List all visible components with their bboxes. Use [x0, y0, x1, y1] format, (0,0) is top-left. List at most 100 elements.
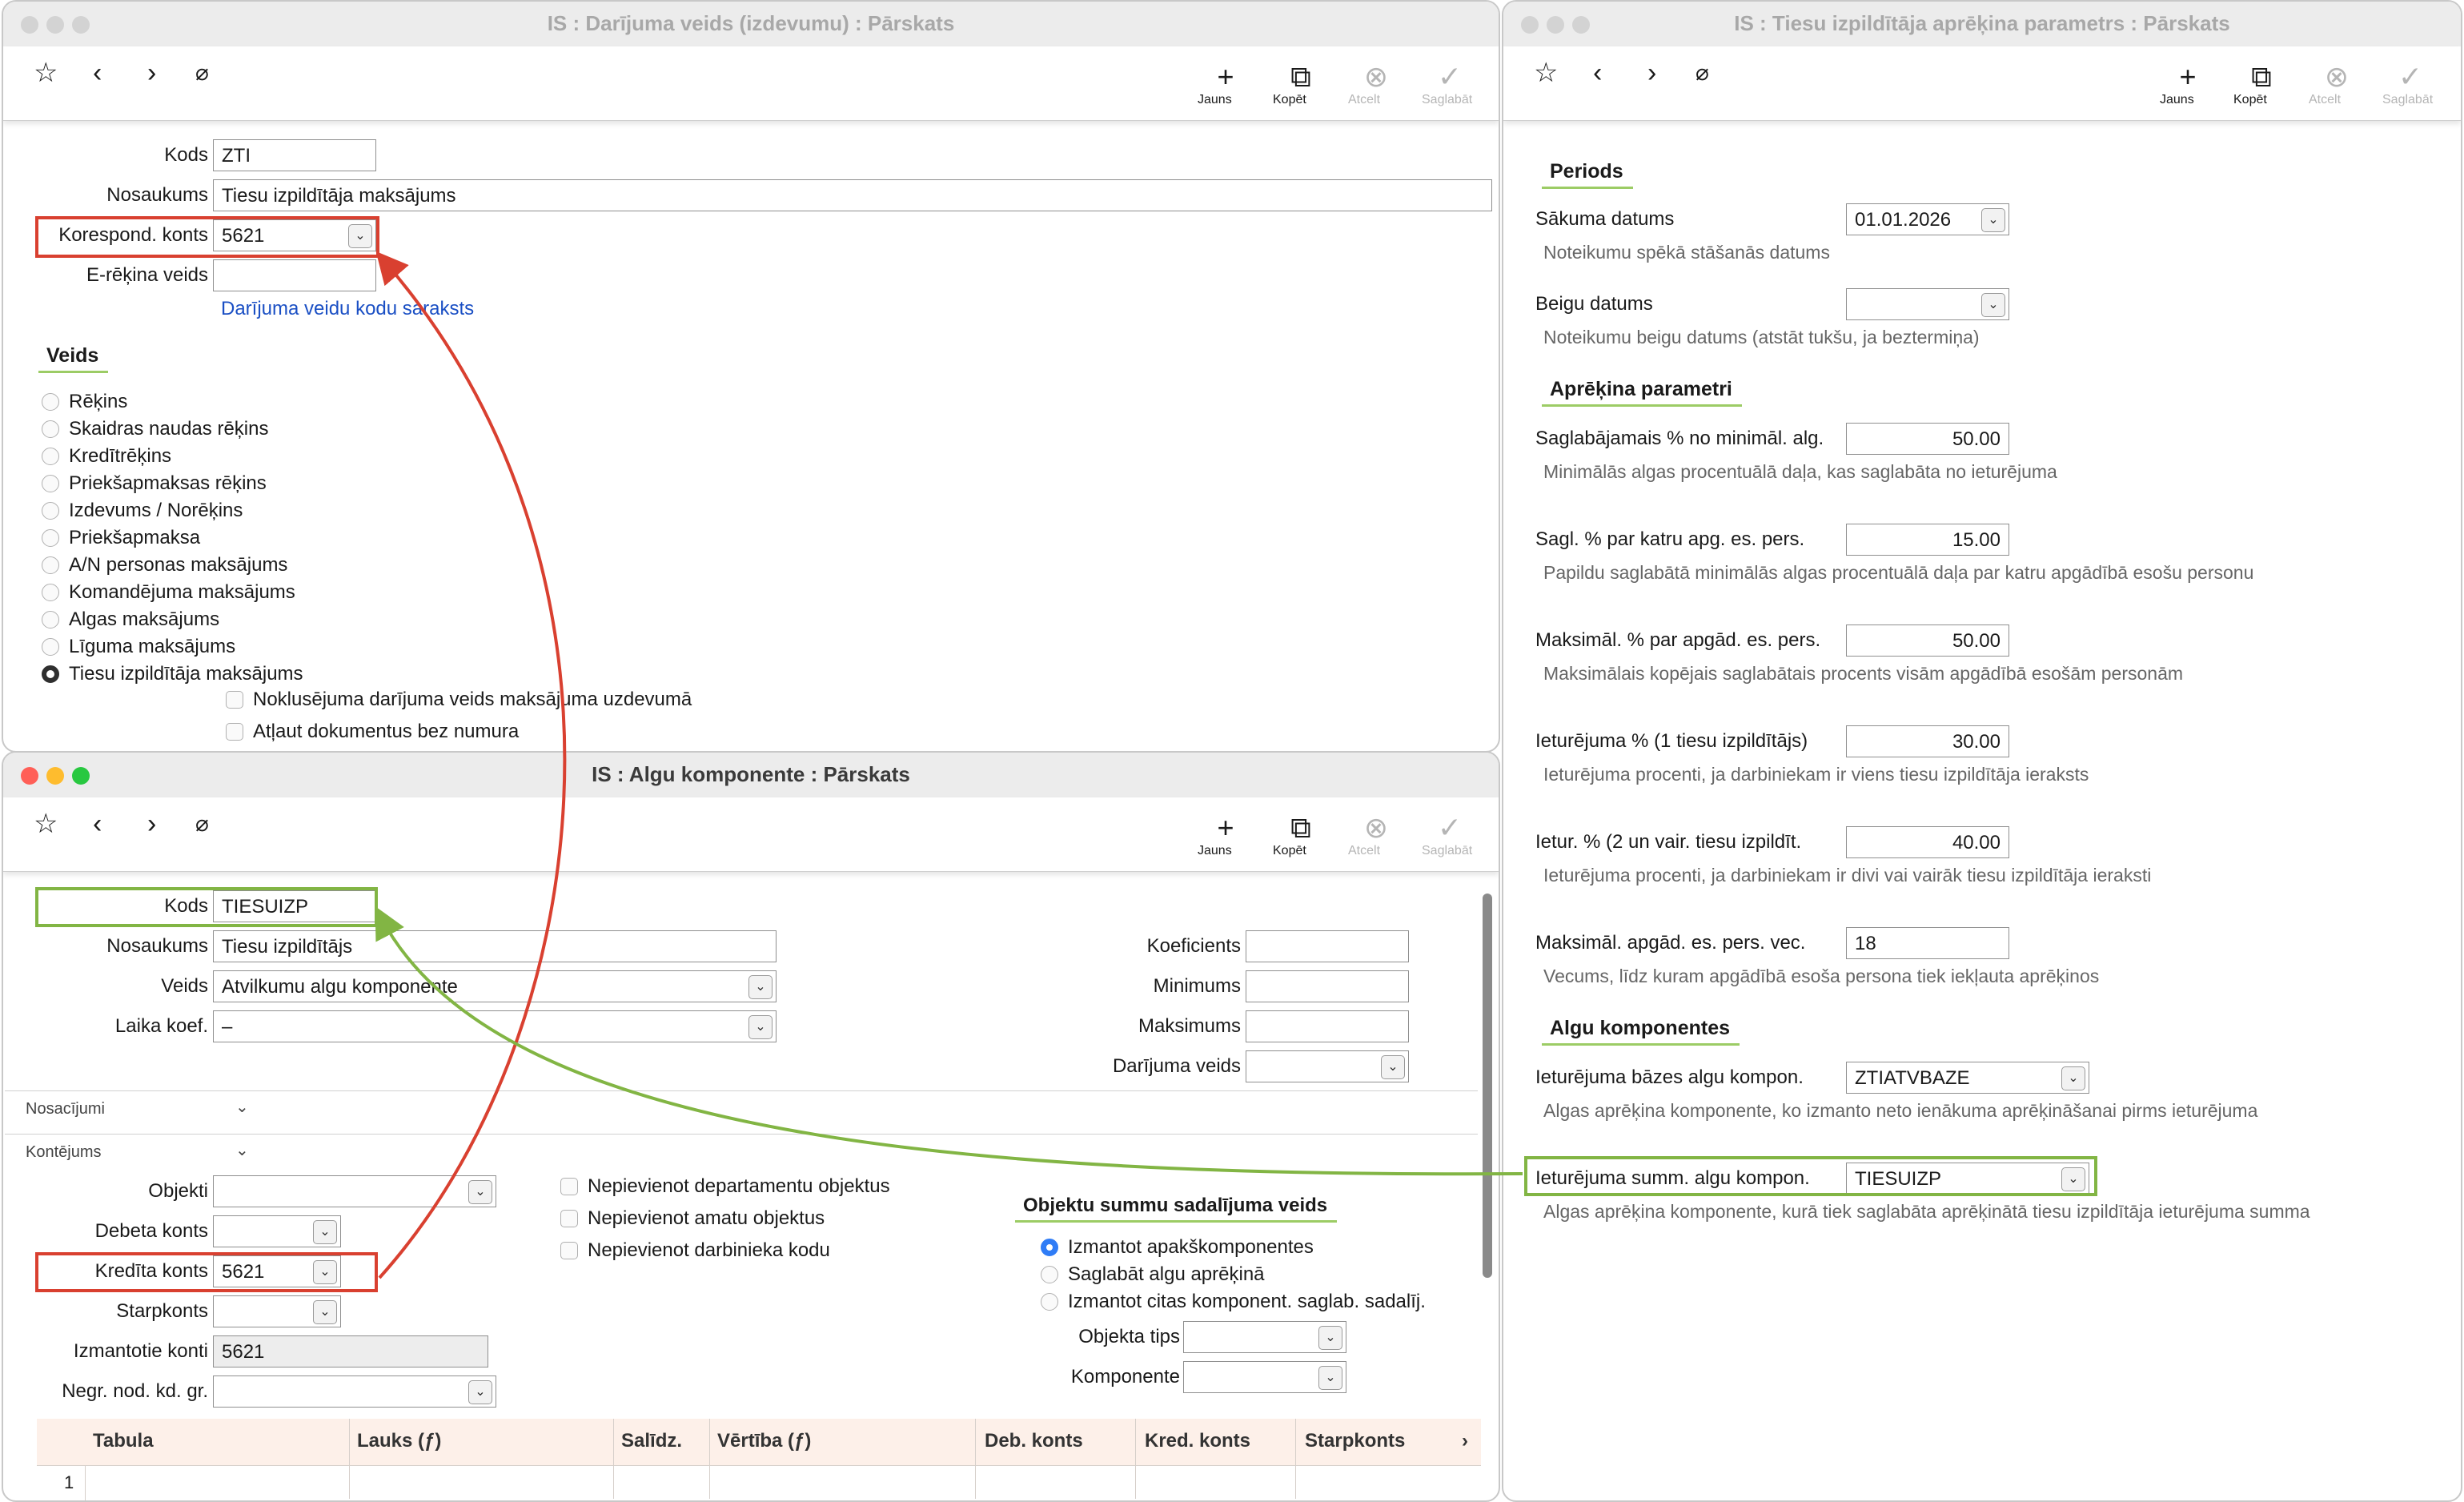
- objekti-select[interactable]: ⌄: [213, 1175, 496, 1207]
- negr-nod-label: Negr. nod. kd. gr.: [62, 1380, 208, 1402]
- new-button[interactable]: + Jauns: [1198, 62, 1254, 107]
- save-button[interactable]: ✓ Saglabāt: [1422, 62, 1478, 107]
- veids-radio-6[interactable]: A/N personas maksājums: [42, 554, 287, 576]
- kontejums-toggle[interactable]: Kontējums: [26, 1143, 102, 1162]
- paperclip-icon[interactable]: ⌀: [195, 810, 209, 837]
- chevron-right-icon[interactable]: ›: [1462, 1430, 1468, 1452]
- paperclip-icon[interactable]: ⌀: [195, 59, 209, 86]
- checkbox-default-type[interactable]: Noklusējuma darījuma veids maksājuma uzd…: [226, 689, 692, 711]
- radio-izmantot-citas[interactable]: Izmantot citas komponent. saglab. sadalī…: [1041, 1291, 1426, 1313]
- copy-icon: ⧉: [1290, 811, 1311, 844]
- radio-saglabat-algu[interactable]: Saglabāt algu aprēķinā: [1041, 1263, 1265, 1286]
- window-title: IS : Darījuma veids (izdevumu) : Pārskat…: [547, 11, 955, 35]
- veids-radio-10[interactable]: Tiesu izpildītāja maksājums: [42, 663, 303, 685]
- new-button[interactable]: + Jauns: [1198, 813, 1254, 858]
- back-icon[interactable]: ‹: [93, 59, 102, 86]
- radio-izmantot-apakskomponentes[interactable]: Izmantot apakškomponentes: [1041, 1236, 1314, 1259]
- star-icon[interactable]: ☆: [1534, 59, 1558, 86]
- cancel-button[interactable]: ⊗ Atcelt: [2309, 62, 2365, 107]
- chevron-down-icon[interactable]: ⌄: [235, 1097, 249, 1117]
- param4-label: Ieturējuma % (1 tiesu izpildītājs): [1535, 730, 1808, 752]
- star-icon[interactable]: ☆: [34, 59, 58, 86]
- bazes-kompon-select[interactable]: ZTIATVBAZE ⌄: [1846, 1062, 2089, 1094]
- divider: [5, 1134, 1478, 1135]
- cancel-button[interactable]: ⊗ Atcelt: [1348, 813, 1404, 858]
- starpkonts-select[interactable]: ⌄: [213, 1295, 341, 1327]
- veids-radio-4[interactable]: Izdevums / Norēķins: [42, 500, 243, 522]
- veids-radio-3[interactable]: Priekšapmaksas rēķins: [42, 472, 267, 495]
- veids-radio-0[interactable]: Rēķins: [42, 391, 127, 413]
- darijuma-veids-select[interactable]: ⌄: [1246, 1050, 1409, 1082]
- param1-input[interactable]: 50.00: [1846, 423, 2009, 455]
- chevron-down-icon: ⌄: [1318, 1326, 1342, 1350]
- maksimums-input[interactable]: [1246, 1010, 1409, 1042]
- back-icon[interactable]: ‹: [1593, 59, 1602, 86]
- col-lauks[interactable]: Lauks (ƒ): [357, 1430, 441, 1452]
- komponente-select[interactable]: ⌄: [1183, 1361, 1346, 1393]
- col-deb-konts[interactable]: Deb. konts: [985, 1430, 1083, 1452]
- kods-input[interactable]: ZTI: [213, 139, 376, 171]
- checkbox-no-employee-code[interactable]: Nepievienot darbinieka kodu: [560, 1239, 830, 1262]
- veids-label: Veids: [161, 975, 208, 997]
- checkbox-no-departments[interactable]: Nepievienot departamentu objektus: [560, 1175, 890, 1198]
- debeta-konts-select[interactable]: ⌄: [213, 1215, 341, 1247]
- highlight-korespond-konts: [35, 216, 379, 258]
- veids-radio-2[interactable]: Kredītrēķins: [42, 445, 171, 468]
- back-icon[interactable]: ‹: [93, 810, 102, 837]
- param1-hint: Minimālās algas procentuālā daļa, kas sa…: [1543, 461, 2057, 482]
- toolbar: ☆ ‹ › ⌀ + Jauns ⧉ Kopēt ⊗ Atcelt ✓ Saglabāt: [1503, 46, 2461, 121]
- nosacijumi-toggle[interactable]: Nosacījumi: [26, 1100, 105, 1118]
- veids-radio-8[interactable]: Algas maksājums: [42, 608, 219, 631]
- veids-radio-5[interactable]: Priekšapmaksa: [42, 527, 200, 549]
- objekta-tips-select[interactable]: ⌄: [1183, 1321, 1346, 1353]
- vertical-scrollbar[interactable]: [1483, 894, 1492, 1278]
- copy-button[interactable]: ⧉ Kopēt: [1273, 811, 1329, 858]
- radio-dot: [42, 393, 59, 411]
- veids-radio-9[interactable]: Līguma maksājums: [42, 636, 235, 658]
- param6-input[interactable]: 18: [1846, 927, 2009, 959]
- col-vertiba[interactable]: Vērtība (ƒ): [717, 1430, 811, 1452]
- param4-input[interactable]: 30.00: [1846, 725, 2009, 757]
- col-salidz[interactable]: Salīdz.: [621, 1430, 682, 1452]
- veids-radio-1[interactable]: Skaidras naudas rēķins: [42, 418, 268, 440]
- checkmark-icon: ✓: [1437, 811, 1463, 844]
- col-kred-konts[interactable]: Kred. konts: [1145, 1430, 1250, 1452]
- sakuma-datums-hint: Noteikumu spēkā stāšanās datums: [1543, 242, 1830, 263]
- param5-input[interactable]: 40.00: [1846, 826, 2009, 858]
- nosaukums-input[interactable]: Tiesu izpildītājs: [213, 930, 777, 962]
- laika-koef-select[interactable]: – ⌄: [213, 1010, 777, 1042]
- checkbox-no-positions[interactable]: Nepievienot amatu objektus: [560, 1207, 825, 1230]
- cancel-button[interactable]: ⊗ Atcelt: [1348, 62, 1404, 107]
- forward-icon[interactable]: ›: [147, 810, 156, 837]
- chevron-down-icon[interactable]: ⌄: [235, 1140, 249, 1160]
- veids-select[interactable]: Atvilkumu algu komponente ⌄: [213, 970, 777, 1002]
- darijuma-veidu-kodu-link[interactable]: Darījuma veidu kodu saraksts: [221, 298, 474, 320]
- minimums-input[interactable]: [1246, 970, 1409, 1002]
- copy-button[interactable]: ⧉ Kopēt: [2233, 62, 2289, 107]
- param2-input[interactable]: 15.00: [1846, 524, 2009, 556]
- checkbox-allow-no-number[interactable]: Atļaut dokumentus bez numura: [226, 721, 519, 743]
- col-tabula[interactable]: Tabula: [93, 1430, 154, 1452]
- radio-label: Komandējuma maksājums: [69, 581, 295, 603]
- negr-nod-select[interactable]: ⌄: [213, 1375, 496, 1408]
- nosaukums-input[interactable]: Tiesu izpildītāja maksājums: [213, 179, 1492, 211]
- sakuma-datums-select[interactable]: 01.01.2026 ⌄: [1846, 203, 2009, 235]
- copy-button[interactable]: ⧉ Kopēt: [1273, 62, 1329, 107]
- forward-icon[interactable]: ›: [1647, 59, 1656, 86]
- radio-dot: [42, 611, 59, 629]
- e-rekina-veids-input[interactable]: [213, 259, 376, 291]
- forward-icon[interactable]: ›: [147, 59, 156, 86]
- new-button[interactable]: + Jauns: [2160, 62, 2216, 107]
- algu-komponentes-section-title: Algu komponentes: [1542, 1017, 1740, 1046]
- save-button[interactable]: ✓ Saglabāt: [1422, 811, 1478, 858]
- radio-label: Rēķins: [69, 391, 128, 412]
- beigu-datums-select[interactable]: ⌄: [1846, 288, 2009, 320]
- star-icon[interactable]: ☆: [34, 810, 58, 837]
- koeficients-input[interactable]: [1246, 930, 1409, 962]
- param3-input[interactable]: 50.00: [1846, 624, 2009, 657]
- table-row[interactable]: 1: [37, 1465, 1481, 1500]
- veids-radio-7[interactable]: Komandējuma maksājums: [42, 581, 295, 604]
- paperclip-icon[interactable]: ⌀: [1696, 59, 1709, 86]
- save-button[interactable]: ✓ Saglabāt: [2382, 62, 2438, 107]
- col-starpkonts[interactable]: Starpkonts: [1305, 1430, 1405, 1452]
